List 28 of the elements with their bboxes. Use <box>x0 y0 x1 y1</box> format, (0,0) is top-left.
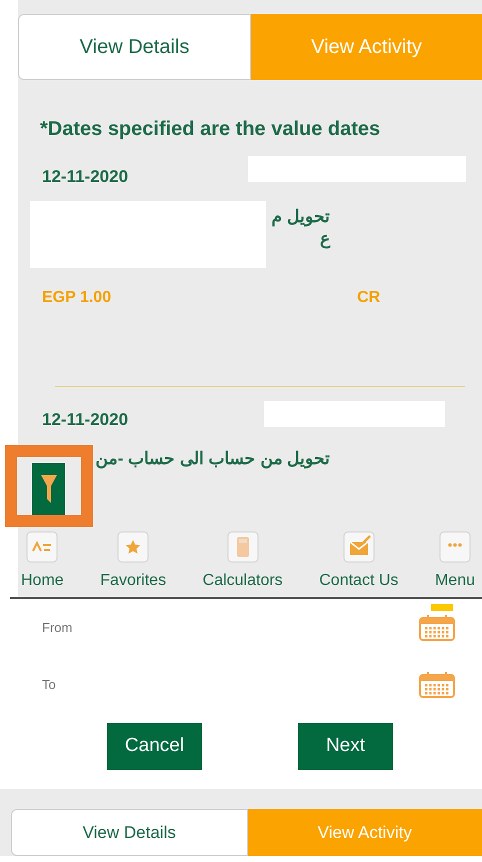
note-text: *Dates specified are the value dates <box>40 117 382 142</box>
mail-icon <box>342 531 375 563</box>
nav-item[interactable]: Favorites <box>97 531 170 593</box>
nav-item[interactable]: Calculators <box>200 531 286 593</box>
transaction-description: تحويل م <box>271 206 330 228</box>
transaction-date: 12-11-2020 <box>42 166 128 188</box>
transaction-description: تحويل من حساب الى حساب -من <box>96 448 330 470</box>
calculator-icon <box>226 531 259 563</box>
more-icon <box>438 531 471 563</box>
transaction-date: 12-11-2020 <box>42 408 128 430</box>
action-button[interactable]: Cancel <box>107 723 202 770</box>
home-icon <box>26 531 58 563</box>
tab[interactable]: View Details <box>11 809 248 856</box>
nav-item[interactable]: Menu <box>432 531 478 593</box>
transaction-description: ع <box>320 228 330 250</box>
transaction-type: CR <box>357 288 380 308</box>
calendar-icon[interactable] <box>419 672 455 698</box>
date-field[interactable]: From <box>0 599 482 656</box>
transaction-amount: EGP 1.00 <box>42 288 112 308</box>
date-field[interactable]: To <box>0 656 482 713</box>
calendar-icon[interactable] <box>419 614 455 640</box>
nav-item[interactable]: Contact Us <box>316 531 402 593</box>
filter-icon <box>40 475 56 503</box>
action-button[interactable]: Next <box>298 723 393 770</box>
nav-item[interactable]: Home <box>18 531 67 593</box>
indicator-bar <box>431 604 453 611</box>
filter-button[interactable] <box>32 463 65 515</box>
tab[interactable]: View Details <box>18 14 251 80</box>
